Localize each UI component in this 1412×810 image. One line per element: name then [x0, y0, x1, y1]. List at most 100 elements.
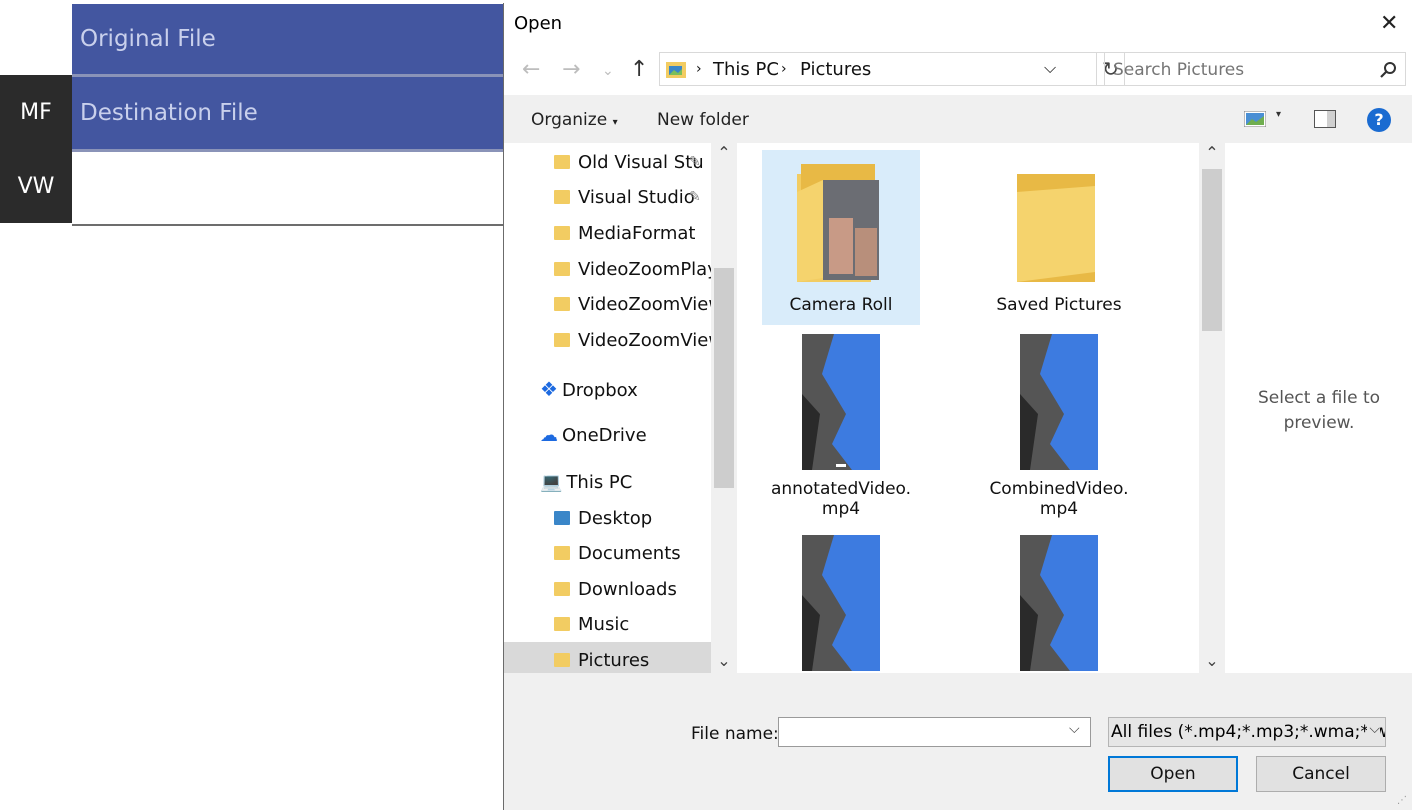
tree-item-label: Music: [578, 614, 630, 635]
tree-item-label: Dropbox: [561, 380, 638, 401]
new-folder-button[interactable]: New folder: [657, 110, 749, 130]
file-item-camera-roll[interactable]: Camera Roll: [762, 150, 920, 325]
folder-icon: [554, 297, 570, 311]
video-thumbnail: [802, 334, 880, 470]
up-arrow-icon[interactable]: ↑: [630, 57, 648, 82]
nav-item-vw[interactable]: VW: [0, 150, 72, 223]
file-list-scrollbar[interactable]: ⌃ ⌄: [1199, 143, 1225, 673]
open-button[interactable]: Open: [1108, 756, 1238, 792]
pin-icon: ✎: [689, 154, 701, 170]
computer-icon: 💻: [540, 472, 563, 493]
search-box: [1104, 52, 1406, 86]
file-item-combinedvideo[interactable]: CombinedVideo. mp4: [980, 334, 1138, 524]
scroll-thumb[interactable]: [1202, 169, 1222, 331]
folder-icon: [554, 190, 570, 204]
help-button[interactable]: ?: [1367, 108, 1391, 132]
organize-dropdown-icon: ▾: [612, 117, 618, 128]
destination-file-button[interactable]: Destination File: [72, 77, 504, 149]
open-dialog: Open ✕ ← → ⌄ ↑ › This PC › Pictures ⌵ ↻ …: [503, 3, 1412, 810]
tree-item-videozoomview-2[interactable]: VideoZoomView: [554, 330, 711, 351]
nav-item-vw-label: VW: [17, 174, 55, 199]
tree-item-visual-studio[interactable]: Visual Studio ✎: [554, 187, 701, 208]
file-name-input[interactable]: [782, 721, 1066, 745]
tree-item-onedrive[interactable]: ☁ OneDrive: [540, 425, 647, 446]
dialog-title: Open: [514, 13, 563, 34]
file-item-annotatedvideo[interactable]: annotatedVideo. mp4: [762, 334, 920, 524]
change-view-icon[interactable]: [1244, 111, 1266, 127]
file-list: Camera Roll Saved Pictures annotatedVide…: [737, 143, 1199, 673]
documents-folder-icon: [554, 546, 570, 560]
forward-arrow-icon[interactable]: →: [562, 57, 580, 82]
tree-item-downloads[interactable]: Downloads: [554, 579, 677, 600]
breadcrumb-this-pc[interactable]: This PC: [713, 59, 779, 80]
navigation-scrollbar[interactable]: ⌃ ⌄: [711, 143, 737, 673]
file-type-value: All files (*.mp4;*.mp3;*.wma;*.wmv: [1111, 722, 1386, 742]
search-input[interactable]: [1111, 57, 1377, 83]
scroll-down-icon[interactable]: ⌄: [1199, 651, 1225, 670]
tree-item-desktop[interactable]: Desktop: [554, 508, 652, 529]
tree-item-videozoomview-1[interactable]: VideoZoomView: [554, 294, 711, 315]
output-area: [72, 152, 504, 226]
tree-item-label: VideoZoomView: [578, 330, 711, 351]
tree-item-label: This PC: [566, 472, 633, 493]
video-thumbnail: [1020, 334, 1098, 470]
tree-item-documents[interactable]: Documents: [554, 543, 681, 564]
dropbox-icon: ❖: [540, 377, 558, 401]
tree-item-music[interactable]: Music: [554, 614, 629, 635]
folder-icon: [1017, 174, 1095, 282]
scroll-thumb[interactable]: [714, 268, 734, 488]
dialog-footer: File name: ⌵ All files (*.mp4;*.mp3;*.wm…: [504, 673, 1412, 810]
preview-message: Select a file to preview.: [1257, 388, 1381, 433]
tree-item-label: Old Visual Stu: [578, 152, 704, 173]
file-type-select[interactable]: All files (*.mp4;*.mp3;*.wma;*.wmv ⌵: [1108, 717, 1386, 747]
nav-item-mf-label: MF: [20, 100, 52, 125]
folder-icon: [554, 333, 570, 347]
pictures-folder-icon: [554, 653, 570, 667]
file-item-saved-pictures[interactable]: Saved Pictures: [980, 150, 1138, 325]
file-name: Saved Pictures: [996, 295, 1122, 315]
toolbar: Organize ▾ New folder ▾ ?: [504, 95, 1412, 143]
nav-item-mf[interactable]: MF: [0, 75, 72, 150]
original-file-button[interactable]: Original File: [72, 4, 504, 74]
file-item-video[interactable]: [980, 535, 1138, 673]
recent-locations-chevron-icon[interactable]: ⌄: [602, 63, 614, 79]
breadcrumb-separator-icon: ›: [781, 61, 787, 77]
close-icon[interactable]: ✕: [1380, 11, 1398, 36]
preview-pane-icon[interactable]: [1314, 110, 1336, 128]
tree-item-this-pc[interactable]: 💻 This PC: [540, 472, 632, 493]
file-name: Camera Roll: [789, 295, 893, 315]
file-item-video[interactable]: [762, 535, 920, 673]
scroll-up-icon[interactable]: ⌃: [711, 143, 737, 162]
organize-button[interactable]: Organize ▾: [531, 110, 618, 130]
file-type-dropdown-icon: ⌵: [1367, 721, 1380, 737]
tree-item-pictures[interactable]: Pictures: [504, 642, 711, 673]
file-name: annotatedVideo. mp4: [770, 479, 912, 519]
preview-pane: Select a file to preview.: [1226, 143, 1412, 673]
file-name-dropdown-icon[interactable]: ⌵: [1069, 721, 1080, 737]
back-arrow-icon[interactable]: ←: [522, 57, 540, 82]
tree-item-old-visual-studio[interactable]: Old Visual Stu ✎: [554, 152, 704, 173]
scroll-down-icon[interactable]: ⌄: [711, 651, 737, 670]
tree-item-label: VideoZoomPlaye: [578, 259, 711, 280]
tree-item-videozoomplayer[interactable]: VideoZoomPlaye: [554, 259, 711, 280]
address-bar[interactable]: › This PC › Pictures ⌵: [659, 52, 1097, 86]
cancel-button[interactable]: Cancel: [1256, 756, 1386, 792]
navigation-pane: Old Visual Stu ✎ Visual Studio ✎ MediaForm…: [504, 143, 711, 673]
file-name-field: ⌵: [778, 717, 1091, 747]
video-thumbnail: [802, 535, 880, 671]
onedrive-icon: ☁: [540, 425, 558, 446]
tree-item-mediaformat[interactable]: MediaFormat: [554, 223, 696, 244]
file-name: CombinedVideo. mp4: [989, 479, 1129, 519]
address-dropdown-icon[interactable]: ⌵: [1044, 58, 1056, 78]
tree-item-label: Visual Studio: [578, 187, 695, 208]
scroll-up-icon[interactable]: ⌃: [1199, 143, 1225, 162]
resize-grip-icon[interactable]: ⋰: [1397, 795, 1407, 806]
tree-item-label: Desktop: [578, 508, 653, 529]
breadcrumb-pictures[interactable]: Pictures: [800, 59, 871, 80]
view-dropdown-icon[interactable]: ▾: [1276, 109, 1281, 120]
pin-icon: ✎: [689, 189, 701, 205]
tree-item-dropbox[interactable]: ❖ Dropbox: [540, 377, 638, 401]
tree-item-label: MediaFormat: [578, 223, 696, 244]
tree-item-label: VideoZoomView: [578, 294, 711, 315]
search-icon[interactable]: [1379, 61, 1397, 79]
